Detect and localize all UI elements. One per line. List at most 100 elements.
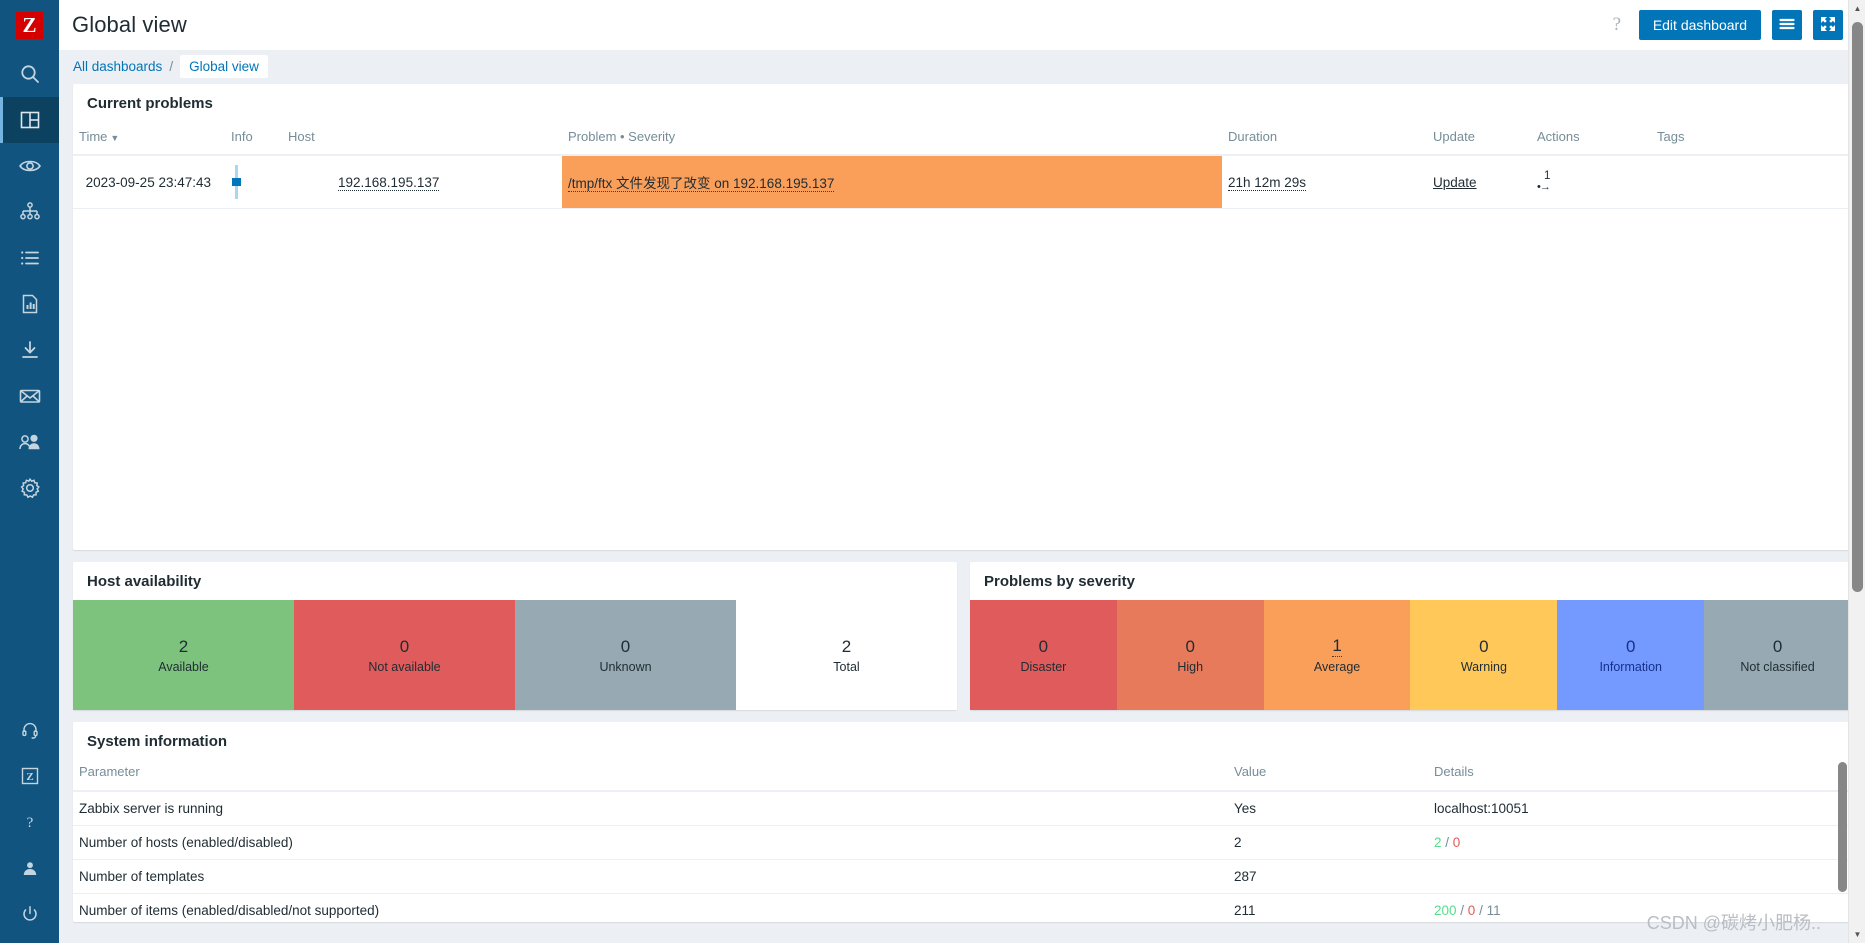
severity-block-disaster[interactable]: 0 Disaster [970, 600, 1117, 710]
host-block-unknown[interactable]: 0 Unknown [515, 600, 736, 710]
zabbix-logo[interactable]: Z [0, 0, 59, 51]
widgets-row: Host availability 2 Available 0 Not avai… [73, 562, 1851, 710]
host-block-not-available[interactable]: 0 Not available [294, 600, 515, 710]
current-problems-title: Current problems [87, 95, 213, 112]
page-scrollbar-thumb[interactable] [1852, 22, 1863, 592]
sidebar-item-reports[interactable] [0, 281, 59, 327]
sidebar-item-integrations[interactable]: Z [0, 753, 59, 799]
column-header-time[interactable]: Time ▼ [73, 122, 225, 156]
help-icon[interactable]: ? [1606, 14, 1628, 36]
severity-block-information[interactable]: 0 Information [1557, 600, 1705, 710]
svg-text:Z: Z [26, 771, 33, 783]
sidebar-item-help[interactable]: ? [0, 799, 59, 845]
search-icon [19, 63, 41, 85]
sysinfo-details [1428, 859, 1851, 894]
breadcrumb-current[interactable]: Global view [180, 55, 268, 78]
column-header-parameter: Parameter [73, 760, 1228, 792]
scroll-up-arrow-icon[interactable]: ▲ [1849, 0, 1865, 17]
host-availability-widget: Host availability 2 Available 0 Not avai… [73, 562, 957, 710]
severity-block-warning[interactable]: 0 Warning [1410, 600, 1558, 710]
cell-time[interactable]: 2023-09-25 23:47:43 [73, 155, 225, 209]
host-availability-blocks: 2 Available 0 Not available 0 Unknown 2 … [73, 600, 957, 710]
sysinfo-parameter: Zabbix server is running [73, 791, 1228, 826]
column-header-actions[interactable]: Actions [1531, 122, 1651, 156]
info-indicator-bar [232, 165, 241, 199]
breadcrumb: All dashboards / Global view [59, 51, 1865, 82]
expand-fullscreen-icon [1820, 16, 1836, 35]
data-collection-download-icon [19, 339, 41, 361]
sidebar-item-monitoring[interactable] [0, 143, 59, 189]
administration-gear-icon [19, 477, 41, 499]
sysinfo-details: 2 / 0 [1428, 825, 1851, 860]
current-problems-widget: Current problems Time ▼ Info Host Problem… [73, 84, 1851, 550]
problems-table-header-row: Time ▼ Info Host Problem • Severity Durat… [73, 122, 1851, 156]
reports-chart-icon [19, 293, 41, 315]
header-actions: ? Edit dashboard [1606, 10, 1843, 40]
severity-blocks: 0 Disaster 0 High 1 Average 0 Warning 0 … [970, 600, 1851, 710]
sidebar-item-dashboards[interactable] [0, 97, 59, 143]
host-block-available[interactable]: 2 Available [73, 600, 294, 710]
sidebar-item-users[interactable] [0, 419, 59, 465]
table-row: Number of hosts (enabled/disabled) 2 2 /… [73, 825, 1851, 860]
sidebar-item-data-collection[interactable] [0, 327, 59, 373]
column-header-host[interactable]: Host [282, 122, 562, 156]
dashboard-grid-icon [19, 109, 41, 131]
sysinfo-parameter: Number of items (enabled/disabled/not su… [73, 893, 1228, 920]
severity-block-high[interactable]: 0 High [1116, 600, 1264, 710]
zabbix-integrations-icon: Z [21, 767, 39, 785]
scroll-down-arrow-icon[interactable]: ▼ [1849, 926, 1865, 943]
system-information-scrollbar-thumb[interactable] [1838, 762, 1847, 892]
system-information-table: Parameter Value Details Zabbix server is… [73, 760, 1851, 920]
edit-dashboard-button[interactable]: Edit dashboard [1638, 10, 1761, 40]
sidebar: Z Z ? [0, 0, 59, 943]
column-header-update[interactable]: Update [1427, 122, 1531, 156]
help-question-icon: ? [21, 813, 39, 831]
sidebar-item-support[interactable] [0, 707, 59, 753]
page-scrollbar[interactable]: ▲ ▼ [1848, 0, 1865, 943]
sidebar-item-alerts[interactable] [0, 373, 59, 419]
table-row[interactable]: 2023-09-25 23:47:43 192.168.195.137 /tmp… [73, 155, 1851, 209]
cell-tags [1651, 155, 1851, 209]
cell-duration[interactable]: 21h 12m 29s [1222, 155, 1427, 209]
column-header-duration[interactable]: Duration [1222, 122, 1427, 156]
problems-by-severity-widget: Problems by severity 0 Disaster 0 High 1… [970, 562, 1851, 710]
fullscreen-button[interactable] [1813, 10, 1843, 40]
sidebar-item-administration[interactable] [0, 465, 59, 511]
user-profile-icon [21, 859, 39, 877]
sysinfo-header-row: Parameter Value Details [73, 760, 1851, 792]
services-hierarchy-icon [19, 201, 41, 223]
column-header-tags[interactable]: Tags [1651, 122, 1851, 156]
power-signout-icon [21, 905, 39, 923]
dashboard-menu-button[interactable] [1772, 10, 1802, 40]
severity-block-not-classified[interactable]: 0 Not classified [1704, 600, 1851, 710]
sidebar-item-user-settings[interactable] [0, 845, 59, 891]
users-group-icon [18, 431, 42, 453]
sort-caret-icon: ▼ [110, 133, 120, 143]
cell-update[interactable]: Update [1427, 155, 1531, 209]
sidebar-item-inventory[interactable] [0, 235, 59, 281]
svg-text:?: ? [26, 815, 33, 831]
breadcrumb-all-dashboards[interactable]: All dashboards [73, 59, 162, 74]
sidebar-item-sign-out[interactable] [0, 891, 59, 937]
cell-actions[interactable]: 1 •→ [1531, 155, 1651, 209]
hamburger-menu-icon [1779, 17, 1795, 34]
eye-monitoring-icon [18, 155, 42, 177]
column-header-problem-severity[interactable]: Problem • Severity [562, 122, 1222, 156]
sysinfo-value: 2 [1228, 825, 1428, 860]
action-arrow-icon: •→ [1537, 180, 1551, 193]
info-dot-icon [232, 178, 241, 186]
cell-problem-severity[interactable]: /tmp/ftx 文件发现了改变 on 192.168.195.137 [562, 155, 1222, 209]
problems-by-severity-title: Problems by severity [984, 573, 1135, 590]
severity-block-average[interactable]: 1 Average [1263, 600, 1411, 710]
cell-host[interactable]: 192.168.195.137 [282, 155, 562, 209]
sidebar-bottom-group: Z ? [0, 707, 59, 943]
cell-info [225, 155, 282, 209]
column-header-info[interactable]: Info [225, 122, 282, 156]
sysinfo-parameter: Number of hosts (enabled/disabled) [73, 825, 1228, 860]
system-information-title: System information [87, 733, 228, 750]
sidebar-item-search[interactable] [0, 51, 59, 97]
sidebar-item-services[interactable] [0, 189, 59, 235]
inventory-list-icon [19, 247, 41, 269]
alerts-envelope-icon [18, 385, 42, 407]
problems-table: Time ▼ Info Host Problem • Severity Durat… [73, 122, 1851, 209]
